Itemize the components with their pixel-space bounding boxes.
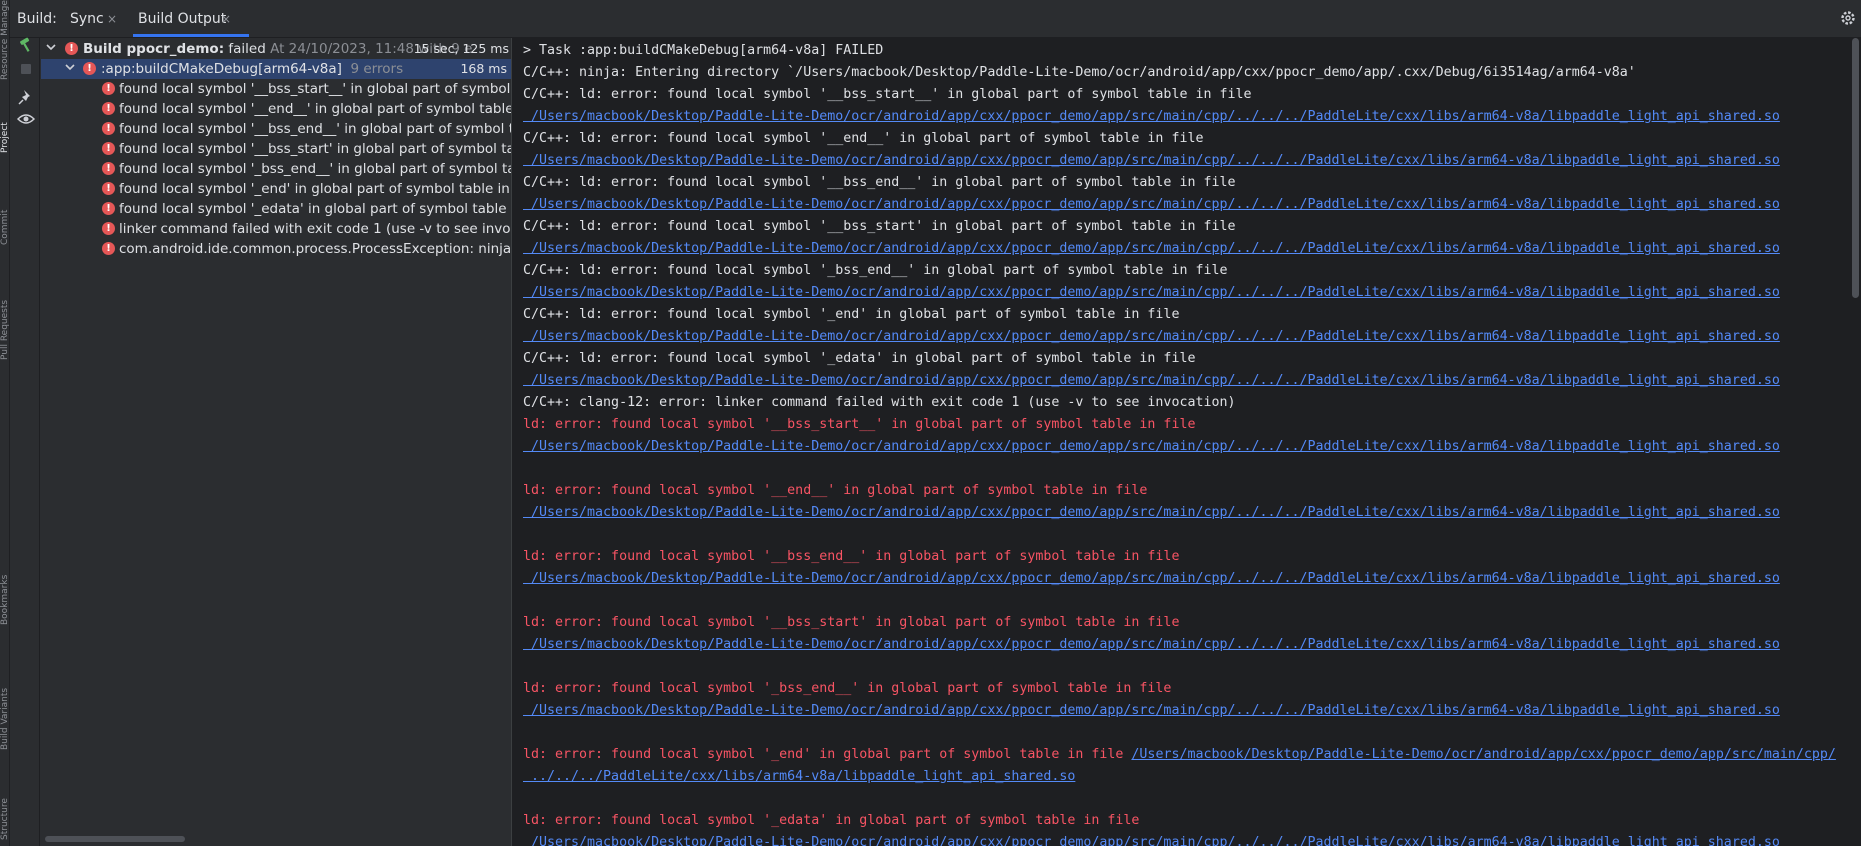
chevron-down-icon[interactable] <box>45 41 57 53</box>
console-file-link[interactable]: /Users/macbook/Desktop/Paddle-Lite-Demo/… <box>523 241 1780 256</box>
console-file-link[interactable]: /Users/macbook/Desktop/Paddle-Lite-Demo/… <box>523 835 1780 846</box>
console-vertical-scrollbar[interactable] <box>1850 38 1861 846</box>
console-file-link[interactable]: /Users/macbook/Desktop/Paddle-Lite-Demo/… <box>523 197 1780 212</box>
tree-error-item[interactable]: ! found local symbol '_edata' in global p… <box>41 199 511 219</box>
error-icon: ! <box>102 162 115 175</box>
stop-icon[interactable] <box>17 60 35 78</box>
console-line: C/C++: ld: error: found local symbol '__… <box>523 131 1204 146</box>
console-line: ld: error: found local symbol '_edata' i… <box>523 813 1140 828</box>
build-duration: 15 sec, 125 ms <box>413 41 509 56</box>
active-tab-indicator <box>133 34 249 37</box>
tab-build-output[interactable]: Build Output <box>138 11 226 27</box>
console-file-link[interactable]: /Users/macbook/Desktop/Paddle-Lite-Demo/… <box>1131 747 1835 762</box>
project-tab[interactable]: Project <box>0 98 10 153</box>
eye-icon[interactable] <box>17 110 35 128</box>
tree-error-item[interactable]: ! found local symbol '__bss_start__' in g… <box>41 79 511 99</box>
tree-error-item[interactable]: ! linker command failed with exit code 1 … <box>41 219 511 239</box>
tab-sync[interactable]: Sync <box>70 11 104 27</box>
build-tool-window-header: Build: Sync × Build Output × <box>10 0 1861 38</box>
console-line: C/C++: ld: error: found local symbol '_b… <box>523 263 1228 278</box>
error-message: found local symbol '__bss_end__' in glob… <box>119 121 511 137</box>
pull-requests-tab[interactable]: Pull Requests <box>0 270 10 360</box>
error-message: com.android.ide.common.process.ProcessEx… <box>119 241 511 257</box>
console-line: C/C++: ld: error: found local symbol '__… <box>523 219 1236 234</box>
build-variants-tab[interactable]: Build Variants <box>0 655 10 750</box>
console-line: > Task :app:buildCMakeDebug[arm64-v8a] F… <box>523 43 884 58</box>
build-tree: ! Build ppocr_demo: failed At 24/10/2023… <box>41 38 511 846</box>
console-line: ld: error: found local symbol '__bss_end… <box>523 549 1180 564</box>
console-line: C/C++: ld: error: found local symbol '__… <box>523 175 1236 190</box>
console-file-link[interactable]: ../../../PaddleLite/cxx/libs/arm64-v8a/l… <box>523 769 1075 784</box>
console-line: ld: error: found local symbol '__end__' … <box>523 483 1148 498</box>
error-icon: ! <box>102 202 115 215</box>
console-file-link[interactable]: /Users/macbook/Desktop/Paddle-Lite-Demo/… <box>523 109 1780 124</box>
console-line: C/C++: ld: error: found local symbol '__… <box>523 87 1252 102</box>
tree-root-row[interactable]: ! Build ppocr_demo: failed At 24/10/2023… <box>41 39 511 59</box>
console-line: ld: error: found local symbol '_end' in … <box>523 747 1836 762</box>
chevron-down-icon[interactable] <box>64 61 76 73</box>
console-line: ld: error: found local symbol '__bss_sta… <box>523 417 1196 432</box>
error-icon: ! <box>102 142 115 155</box>
console-line: ld: error: found local symbol '_bss_end_… <box>523 681 1172 696</box>
task-label: :app:buildCMakeDebug[arm64-v8a] 9 errors <box>101 61 404 77</box>
build-label: Build: <box>17 11 57 27</box>
gear-icon[interactable] <box>1839 9 1857 27</box>
console-file-link[interactable]: /Users/macbook/Desktop/Paddle-Lite-Demo/… <box>523 439 1780 454</box>
tab-build-output-close-icon[interactable]: × <box>221 12 231 26</box>
console-file-link[interactable]: /Users/macbook/Desktop/Paddle-Lite-Demo/… <box>523 329 1780 344</box>
task-duration: 168 ms <box>460 61 507 76</box>
error-message: found local symbol '_end' in global part… <box>119 181 511 197</box>
console-line: ld: error: found local symbol '__bss_sta… <box>523 615 1180 630</box>
tree-error-item[interactable]: ! found local symbol '__bss_start' in glo… <box>41 139 511 159</box>
tree-horizontal-scrollbar[interactable] <box>45 836 185 842</box>
error-icon: ! <box>102 102 115 115</box>
error-message: linker command failed with exit code 1 (… <box>119 221 511 237</box>
tree-error-item[interactable]: ! found local symbol '_end' in global par… <box>41 179 511 199</box>
build-actions-toolbar <box>10 36 40 846</box>
console-file-link[interactable]: /Users/macbook/Desktop/Paddle-Lite-Demo/… <box>523 505 1780 520</box>
error-message: found local symbol '__bss_start__' in gl… <box>119 81 511 97</box>
console-line: C/C++: ld: error: found local symbol '_e… <box>523 307 1180 322</box>
error-icon: ! <box>102 82 115 95</box>
error-icon: ! <box>83 62 96 75</box>
tab-sync-close-icon[interactable]: × <box>107 12 117 26</box>
tree-error-item[interactable]: ! found local symbol '__end__' in global … <box>41 99 511 119</box>
build-console-output: > Task :app:buildCMakeDebug[arm64-v8a] F… <box>511 38 1850 846</box>
tree-error-item[interactable]: ! com.android.ide.common.process.ProcessE… <box>41 239 511 259</box>
console-file-link[interactable]: /Users/macbook/Desktop/Paddle-Lite-Demo/… <box>523 703 1780 718</box>
tree-task-row[interactable]: ! :app:buildCMakeDebug[arm64-v8a] 9 erro… <box>41 59 511 79</box>
left-tool-strip: Resource Manager Project Commit Pull Req… <box>0 0 10 846</box>
error-icon: ! <box>65 42 78 55</box>
error-message: found local symbol '__end__' in global p… <box>119 101 511 117</box>
console-line: C/C++: ninja: Entering directory `/Users… <box>523 65 1636 80</box>
error-message: found local symbol '_bss_end__' in globa… <box>119 161 511 177</box>
console-file-link[interactable]: /Users/macbook/Desktop/Paddle-Lite-Demo/… <box>523 153 1780 168</box>
tree-error-item[interactable]: ! found local symbol '_bss_end__' in glob… <box>41 159 511 179</box>
structure-tab[interactable]: Structure <box>0 765 10 840</box>
pin-icon[interactable] <box>17 88 35 106</box>
console-file-link[interactable]: /Users/macbook/Desktop/Paddle-Lite-Demo/… <box>523 637 1780 652</box>
console-line: C/C++: clang-12: error: linker command f… <box>523 395 1236 410</box>
error-message: found local symbol '__bss_start' in glob… <box>119 141 511 157</box>
bookmarks-tab[interactable]: Bookmarks <box>0 555 10 625</box>
console-file-link[interactable]: /Users/macbook/Desktop/Paddle-Lite-Demo/… <box>523 571 1780 586</box>
error-icon: ! <box>102 182 115 195</box>
error-icon: ! <box>102 222 115 235</box>
console-file-link[interactable]: /Users/macbook/Desktop/Paddle-Lite-Demo/… <box>523 373 1780 388</box>
error-message: found local symbol '_edata' in global pa… <box>119 201 511 217</box>
error-icon: ! <box>102 242 115 255</box>
commit-tab[interactable]: Commit <box>0 190 10 245</box>
resource-manager-tab[interactable]: Resource Manager <box>0 0 10 80</box>
tree-error-item[interactable]: ! found local symbol '__bss_end__' in glo… <box>41 119 511 139</box>
error-icon: ! <box>102 122 115 135</box>
console-line: C/C++: ld: error: found local symbol '_e… <box>523 351 1196 366</box>
console-file-link[interactable]: /Users/macbook/Desktop/Paddle-Lite-Demo/… <box>523 285 1780 300</box>
hammer-icon[interactable] <box>17 36 35 54</box>
scrollbar-thumb[interactable] <box>1852 38 1859 298</box>
